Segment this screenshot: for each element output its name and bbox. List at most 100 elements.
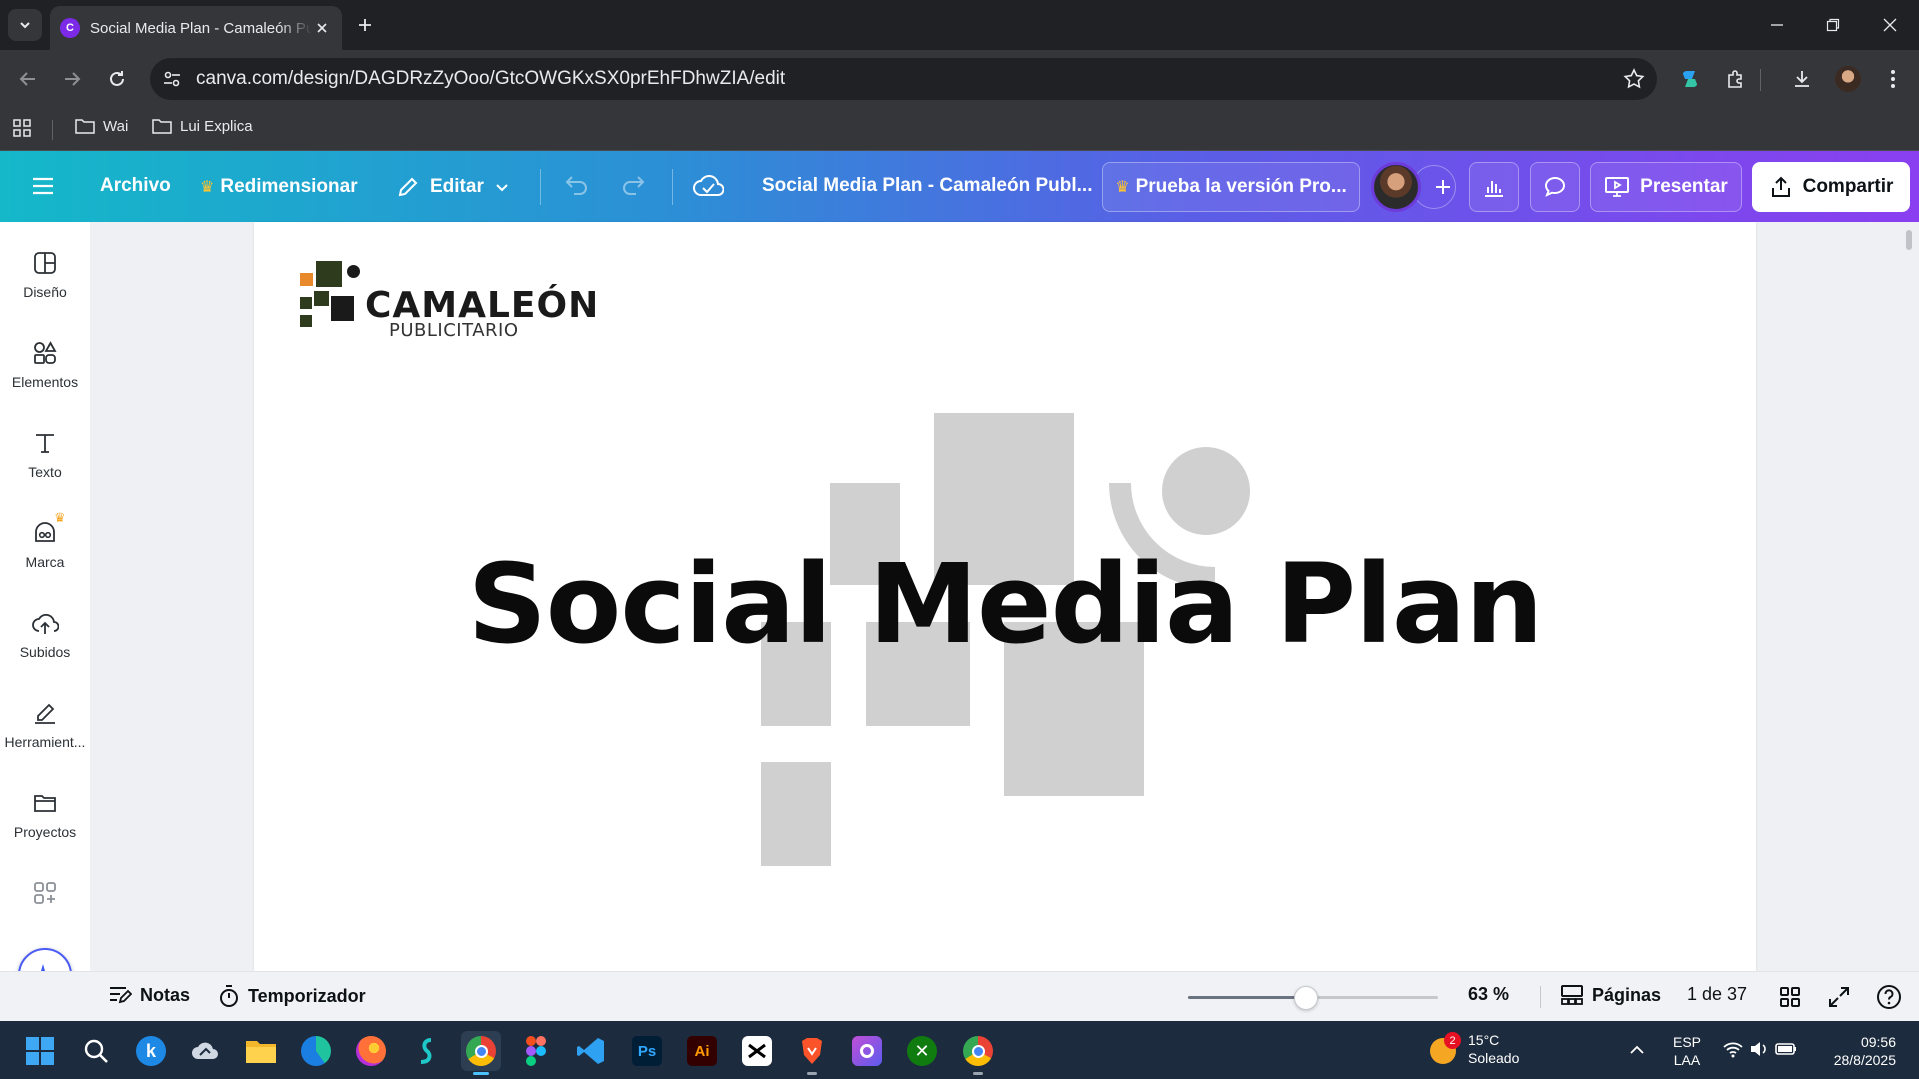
browser-tab-active[interactable]: C Social Media Plan - Camaleón Publicita…	[50, 6, 342, 50]
search-button[interactable]	[76, 1031, 116, 1071]
try-pro-label: Prueba la versión Pro...	[1135, 176, 1347, 197]
forward-button[interactable]	[56, 63, 88, 95]
grid-view-button[interactable]	[1778, 985, 1802, 1009]
zoom-percent[interactable]: 63 %	[1468, 984, 1509, 1005]
share-upload-icon	[1771, 176, 1790, 197]
input-language-button[interactable]: ESP LAA	[1673, 1033, 1701, 1069]
chrome-icon	[466, 1036, 496, 1066]
taskbar-photoshop[interactable]: Ps	[627, 1031, 667, 1071]
slide-page[interactable]: CAMALEÓN PUBLICITARIO Social Media Plan	[254, 222, 1756, 971]
site-settings-icon[interactable]	[162, 69, 182, 89]
brave-icon	[802, 1038, 822, 1064]
canvas-scrollbar[interactable]	[1906, 230, 1912, 250]
taskbar-edge[interactable]	[296, 1031, 336, 1071]
start-button[interactable]	[20, 1031, 60, 1071]
redimensionar-button[interactable]: ♛ Redimensionar	[200, 166, 358, 208]
taskbar-vscode[interactable]	[571, 1031, 611, 1071]
header-divider	[672, 169, 673, 205]
chrome-menu-button[interactable]	[1877, 63, 1909, 95]
taskbar-app-s[interactable]	[406, 1031, 446, 1071]
wifi-icon	[1723, 1042, 1743, 1058]
help-button[interactable]	[1876, 984, 1902, 1010]
sidebar-item-texto[interactable]: Texto	[0, 430, 90, 512]
chevron-down-icon	[20, 22, 30, 29]
document-title[interactable]: Social Media Plan - Camaleón Publ...	[762, 175, 1092, 197]
clock-button[interactable]: 09:56 28/8/2025	[1826, 1033, 1896, 1069]
taskbar-chrome-active[interactable]	[461, 1031, 501, 1075]
sidebar-item-subidos[interactable]: Subidos	[0, 610, 90, 692]
comments-button[interactable]	[1530, 162, 1580, 212]
minimize-button[interactable]	[1763, 12, 1791, 38]
bookmark-folder-lui-explica[interactable]: Lui Explica	[152, 117, 253, 135]
tab-search-dropdown[interactable]	[8, 9, 42, 41]
lang-line1: ESP	[1673, 1034, 1702, 1050]
photoshop-icon: Ps	[632, 1036, 662, 1066]
insights-button[interactable]	[1469, 162, 1519, 212]
plus-icon	[359, 19, 371, 31]
archivo-menu[interactable]: Archivo	[100, 175, 171, 197]
notas-button[interactable]: Notas	[108, 984, 190, 1006]
try-pro-button[interactable]: ♛ Prueba la versión Pro...	[1102, 162, 1360, 212]
editar-label: Editar	[430, 176, 484, 197]
quick-settings-button[interactable]	[1722, 1039, 1798, 1059]
bookmark-folder-wai[interactable]: Wai	[75, 117, 128, 135]
sidebar-item-elementos[interactable]: Elementos	[0, 340, 90, 422]
sidebar-item-apps[interactable]	[0, 880, 90, 920]
close-window-button[interactable]	[1876, 12, 1904, 38]
extensions-button[interactable]	[1720, 63, 1752, 95]
taskbar-firefox[interactable]	[351, 1031, 391, 1071]
undo-button[interactable]	[562, 173, 590, 199]
fullscreen-button[interactable]	[1827, 985, 1851, 1009]
copilot-extension-button[interactable]	[1674, 63, 1706, 95]
capcut-icon	[742, 1036, 772, 1066]
profile-button[interactable]	[1832, 63, 1864, 95]
weather-widget[interactable]: 2 15°C Soleado	[1430, 1031, 1519, 1067]
redo-button[interactable]	[620, 173, 648, 199]
taskbar-app-ink[interactable]	[185, 1031, 225, 1071]
apps-button[interactable]	[12, 118, 32, 138]
taskbar-file-explorer[interactable]	[241, 1031, 281, 1071]
taskbar-chrome-profile[interactable]	[958, 1031, 998, 1075]
new-tab-button[interactable]	[354, 14, 376, 36]
temporizador-button[interactable]: Temporizador	[218, 984, 366, 1008]
redo-icon	[623, 176, 645, 195]
paginas-button[interactable]: Páginas	[1560, 984, 1661, 1006]
presentar-button[interactable]: Presentar	[1590, 162, 1742, 212]
editar-dropdown[interactable]: Editar	[396, 166, 510, 208]
sidebar-item-diseno[interactable]: Diseño	[0, 250, 90, 332]
crown-icon: ♛	[54, 510, 66, 525]
reload-button[interactable]	[101, 63, 133, 95]
bookmark-star-icon[interactable]	[1623, 68, 1645, 90]
shapes-icon	[34, 341, 57, 364]
tab-close-button[interactable]	[312, 18, 332, 38]
taskbar-app-k[interactable]: k	[131, 1031, 171, 1071]
zoom-slider-thumb[interactable]	[1293, 986, 1318, 1010]
browser-toolbar: canva.com/design/DAGDRzZyOoo/GtcOWGKxSX0…	[0, 50, 1919, 108]
taskbar-figma[interactable]	[516, 1031, 556, 1071]
compartir-button[interactable]: Compartir	[1752, 162, 1910, 212]
temporizador-label: Temporizador	[248, 985, 366, 1006]
sidebar-item-herramientas[interactable]: Herramient...	[0, 700, 90, 782]
back-button[interactable]	[12, 63, 44, 95]
save-status-button[interactable]	[692, 171, 724, 201]
folder-icon	[152, 119, 172, 134]
sidebar-item-proyectos[interactable]: Proyectos	[0, 790, 90, 872]
show-hidden-icons-button[interactable]	[1628, 1041, 1646, 1059]
chevron-down-icon	[496, 184, 508, 192]
slide-headline[interactable]: Social Media Plan	[254, 540, 1756, 668]
downloads-button[interactable]	[1786, 63, 1818, 95]
expand-icon	[1829, 987, 1849, 1007]
taskbar-xbox[interactable]: ✕	[902, 1031, 942, 1071]
pencil-icon	[398, 177, 418, 197]
taskbar-illustrator[interactable]: Ai	[682, 1031, 722, 1071]
taskbar-capcut[interactable]	[737, 1031, 777, 1071]
url-text[interactable]: canva.com/design/DAGDRzZyOoo/GtcOWGKxSX0…	[196, 68, 1623, 90]
restore-button[interactable]	[1819, 12, 1847, 38]
main-menu-button[interactable]	[30, 173, 56, 199]
left-sidebar: Diseño Elementos Texto ♛ Marca Subidos H…	[0, 222, 90, 1021]
taskbar-app-purple[interactable]	[847, 1031, 887, 1071]
collaborator-avatar[interactable]	[1371, 162, 1421, 212]
sidebar-item-marca[interactable]: ♛ Marca	[0, 510, 90, 602]
taskbar-brave[interactable]	[792, 1031, 832, 1075]
address-bar[interactable]: canva.com/design/DAGDRzZyOoo/GtcOWGKxSX0…	[150, 58, 1657, 100]
